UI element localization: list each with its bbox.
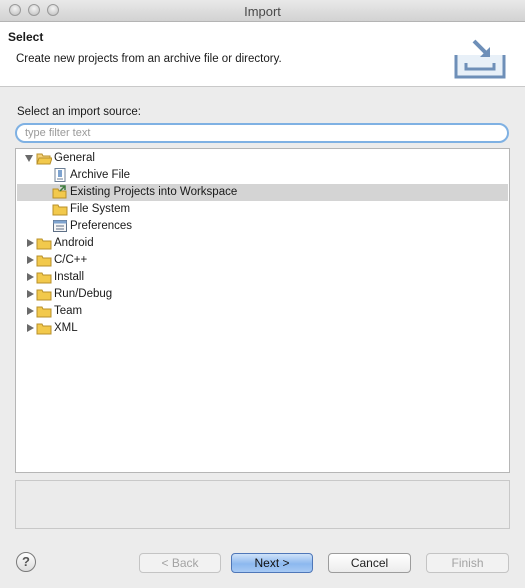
tree-item-label: Archive File <box>70 169 131 181</box>
back-button[interactable]: < Back <box>139 553 221 573</box>
import-dialog: Import Select Create new projects from a… <box>0 0 525 588</box>
tree-item-label: Team <box>54 305 83 317</box>
tree-item-label: File System <box>70 203 131 215</box>
tree-item-label: C/C++ <box>54 254 88 266</box>
tree-item-xml[interactable]: XML <box>17 320 508 337</box>
chevron-right-icon[interactable] <box>25 272 35 282</box>
folder-icon <box>36 323 52 335</box>
header-banner: Select Create new projects from an archi… <box>0 22 525 87</box>
folder-icon <box>36 272 52 284</box>
chevron-right-icon[interactable] <box>25 306 35 316</box>
chevron-right-icon[interactable] <box>25 238 35 248</box>
folder-open-icon <box>36 153 52 165</box>
page-description: Create new projects from an archive file… <box>16 53 282 65</box>
tree-item-label: Android <box>54 237 94 249</box>
tree-item-install[interactable]: Install <box>17 269 508 286</box>
folder-icon <box>36 289 52 301</box>
chevron-right-icon[interactable] <box>25 255 35 265</box>
page-title: Select <box>8 30 44 44</box>
help-button[interactable]: ? <box>16 552 36 572</box>
chevron-right-icon[interactable] <box>25 289 35 299</box>
tree-item-file-system[interactable]: File System <box>17 201 508 218</box>
import-projects-icon <box>52 185 67 199</box>
finish-button[interactable]: Finish <box>426 553 509 573</box>
tree-item-android[interactable]: Android <box>17 235 508 252</box>
chevron-right-icon[interactable] <box>25 323 35 333</box>
tree-item-run-debug[interactable]: Run/Debug <box>17 286 508 303</box>
tree-item-label: XML <box>54 322 78 334</box>
description-panel <box>15 480 510 529</box>
tree-item-preferences[interactable]: Preferences <box>17 218 508 235</box>
filter-input[interactable] <box>15 123 509 143</box>
cancel-button[interactable]: Cancel <box>328 553 411 573</box>
chevron-down-icon[interactable] <box>24 153 34 163</box>
tree-item-label: Existing Projects into Workspace <box>70 186 238 198</box>
folder-icon <box>36 306 52 318</box>
preferences-icon <box>53 220 67 232</box>
tree-item-label: Preferences <box>70 220 133 232</box>
folder-icon <box>52 204 68 216</box>
next-button[interactable]: Next > <box>231 553 313 573</box>
folder-icon <box>36 255 52 267</box>
tree-item-general[interactable]: General <box>17 150 508 167</box>
window-title: Import <box>244 4 281 19</box>
import-source-label: Select an import source: <box>17 106 142 118</box>
tree-item-existing-projects[interactable]: Existing Projects into Workspace <box>17 184 508 201</box>
tree-item-archive-file[interactable]: Archive File <box>17 167 508 184</box>
tree-item-label: Run/Debug <box>54 288 113 300</box>
title-bar: Import <box>0 0 525 22</box>
import-source-tree[interactable]: General Archive File Existing Projects i… <box>15 148 510 473</box>
import-wizard-icon <box>454 39 506 79</box>
tree-item-label: Install <box>54 271 85 283</box>
archive-file-icon <box>54 168 66 182</box>
folder-icon <box>36 238 52 250</box>
tree-item-c-cpp[interactable]: C/C++ <box>17 252 508 269</box>
tree-item-team[interactable]: Team <box>17 303 508 320</box>
tree-item-label: General <box>54 152 95 164</box>
